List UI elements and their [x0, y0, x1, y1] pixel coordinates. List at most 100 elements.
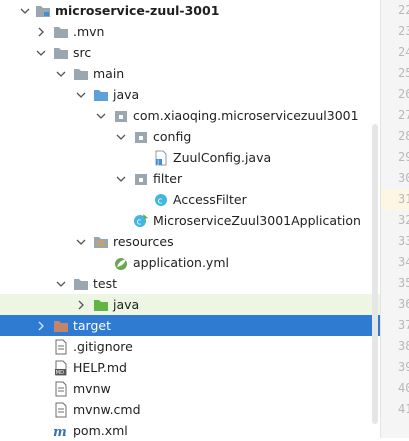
chevron-down-icon[interactable]: [114, 168, 128, 189]
chevron-right-icon[interactable]: [34, 315, 48, 336]
tree-item-config[interactable]: config: [0, 126, 380, 147]
line-number: 26: [398, 87, 409, 101]
text-file-icon: [53, 399, 69, 420]
tree-item-label: target: [73, 318, 112, 333]
tree-item-label: config: [153, 129, 192, 144]
tree-item-label: src: [73, 45, 92, 60]
tree-item-mvn[interactable]: .mvn: [0, 21, 380, 42]
folder-icon: [73, 273, 89, 294]
spring-boot-class-icon: c: [133, 210, 149, 231]
tree-item-resources[interactable]: resources: [0, 231, 380, 252]
tree-item-label: java: [113, 297, 140, 312]
chevron-down-icon[interactable]: [94, 105, 108, 126]
chevron-down-icon[interactable]: [54, 273, 68, 294]
package-icon: [133, 126, 149, 147]
project-tree: microservice-zuul-3001 .mvn src main jav…: [0, 0, 380, 438]
package-icon: [133, 168, 149, 189]
tree-item-label: resources: [113, 234, 174, 249]
svg-text:J: J: [156, 159, 159, 166]
tree-item-label: filter: [153, 171, 183, 186]
tree-item-zuulconfig[interactable]: J ZuulConfig.java: [0, 147, 380, 168]
tree-item-main[interactable]: main: [0, 63, 380, 84]
tree-item-label: main: [93, 66, 125, 81]
folder-icon: [73, 63, 89, 84]
tree-item-application-yml[interactable]: application.yml: [0, 252, 380, 273]
vertical-scrollbar[interactable]: [372, 124, 378, 424]
line-number: 40: [398, 381, 409, 395]
tree-item-help-md[interactable]: MD HELP.md: [0, 357, 380, 378]
tree-item-mvnw-cmd[interactable]: mvnw.cmd: [0, 399, 380, 420]
java-file-icon: J: [153, 147, 169, 168]
line-number: 38: [398, 339, 409, 353]
project-folder-icon: [35, 0, 51, 21]
tree-item-label: .mvn: [73, 24, 105, 39]
line-number: 33: [398, 234, 409, 248]
line-number: 25: [398, 66, 409, 80]
folder-icon: [53, 42, 69, 63]
tree-item-label: microservice-zuul-3001: [55, 3, 220, 18]
line-number: 23: [398, 24, 409, 38]
tree-item-target[interactable]: target: [0, 315, 380, 336]
markdown-file-icon: MD: [53, 357, 69, 378]
line-number: 34: [398, 255, 409, 269]
editor-line-gutter: 22 23 24 25 26 27 28 29 30 31 32 33 34 3…: [380, 0, 409, 438]
line-number: 39: [398, 360, 409, 374]
line-number: 36: [398, 297, 409, 311]
excluded-folder-icon: [53, 315, 69, 336]
tree-item-src[interactable]: src: [0, 42, 380, 63]
spring-config-icon: [113, 252, 129, 273]
tree-item-label: .gitignore: [73, 339, 133, 354]
tree-item-project-root[interactable]: microservice-zuul-3001: [0, 0, 380, 21]
svg-text:c: c: [158, 196, 163, 206]
tree-item-test-java[interactable]: java: [0, 294, 380, 315]
tree-item-mvnw[interactable]: mvnw: [0, 378, 380, 399]
chevron-down-icon[interactable]: [74, 231, 88, 252]
line-number: 28: [398, 129, 409, 143]
tree-item-label: mvnw: [73, 381, 111, 396]
line-number: 37: [398, 318, 409, 332]
tree-item-label: java: [113, 87, 140, 102]
svg-text:MD: MD: [56, 370, 64, 376]
chevron-right-icon[interactable]: [34, 21, 48, 42]
line-number: 24: [398, 45, 409, 59]
tree-item-label: AccessFilter: [173, 192, 247, 207]
chevron-right-icon[interactable]: [74, 294, 88, 315]
line-number: 22: [398, 3, 409, 17]
svg-text:c: c: [137, 217, 142, 227]
line-number: 30: [398, 171, 409, 185]
tree-item-label: ZuulConfig.java: [173, 150, 272, 165]
chevron-down-icon[interactable]: [34, 42, 48, 63]
tree-item-label: com.xiaoqing.microservicezuul3001: [133, 108, 359, 123]
tree-item-gitignore[interactable]: .gitignore: [0, 336, 380, 357]
chevron-down-icon[interactable]: [74, 84, 88, 105]
text-file-icon: [53, 336, 69, 357]
text-file-icon: [53, 378, 69, 399]
line-number: 29: [398, 150, 409, 164]
svg-text:m: m: [53, 425, 67, 438]
tree-item-test[interactable]: test: [0, 273, 380, 294]
resources-folder-icon: [93, 231, 109, 252]
chevron-down-icon[interactable]: [114, 126, 128, 147]
package-icon: [113, 105, 129, 126]
tree-item-label: test: [93, 276, 118, 291]
tree-item-filter[interactable]: filter: [0, 168, 380, 189]
tree-item-package[interactable]: com.xiaoqing.microservicezuul3001: [0, 105, 380, 126]
source-folder-icon: [93, 84, 109, 105]
chevron-down-icon[interactable]: [54, 63, 68, 84]
test-source-folder-icon: [93, 294, 109, 315]
line-number: 41: [398, 402, 409, 416]
folder-icon: [53, 21, 69, 42]
tree-item-application-class[interactable]: c MicroserviceZuul3001Application: [0, 210, 380, 231]
chevron-down-icon[interactable]: [18, 0, 32, 21]
line-number-current: 31: [381, 189, 409, 210]
tree-item-main-java[interactable]: java: [0, 84, 380, 105]
tree-item-label: MicroserviceZuul3001Application: [153, 213, 361, 228]
line-number: 35: [398, 276, 409, 290]
tree-item-label: HELP.md: [73, 360, 127, 375]
java-class-icon: c: [153, 189, 169, 210]
line-number: 32: [398, 213, 409, 227]
tree-item-label: application.yml: [133, 255, 229, 270]
tree-item-accessfilter[interactable]: c AccessFilter: [0, 189, 380, 210]
line-number: 27: [398, 108, 409, 122]
tree-item-label: mvnw.cmd: [73, 402, 141, 417]
